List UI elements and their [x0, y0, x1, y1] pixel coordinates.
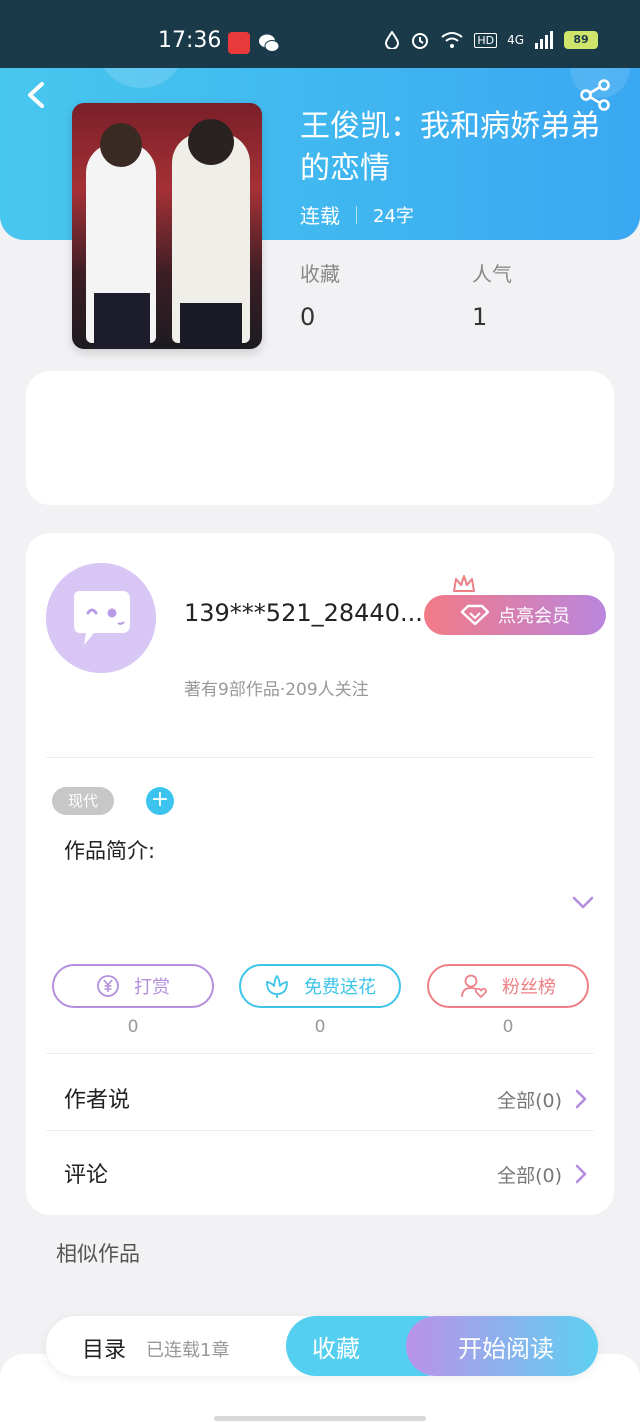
genre-tag[interactable]: 现代 [52, 787, 114, 815]
home-indicator[interactable] [214, 1416, 426, 1421]
comments-row[interactable]: 评论 全部(0) [26, 1143, 614, 1203]
row-label: 作者说 [64, 1088, 131, 1113]
status-icons: HD 4G 89 [384, 30, 598, 50]
stat-label: 人气 [472, 262, 512, 286]
network-label: 4G [507, 33, 524, 47]
bottom-action-bar: 目录 已连载1章 收藏 开始阅读 [46, 1316, 598, 1376]
battery-indicator: 89 [564, 31, 598, 49]
serial-status: 连载 [300, 204, 340, 228]
author-meta: 著有9部作品·209人关注 [184, 680, 369, 700]
start-reading-label: 开始阅读 [458, 1334, 554, 1363]
toc-button[interactable]: 目录 [82, 1332, 126, 1364]
vip-button-label: 点亮会员 [498, 606, 570, 627]
cover-figure [100, 123, 142, 167]
fan-ranking-label: 粉丝榜 [502, 977, 556, 998]
row-view-all[interactable]: 全部(0) [497, 1161, 562, 1188]
flower-count: 0 [314, 1017, 326, 1037]
wifi-icon [441, 32, 463, 48]
reward-button[interactable]: 打赏 [52, 964, 214, 1008]
author-notes-row[interactable]: 作者说 全部(0) [26, 1068, 614, 1128]
placeholder-card [26, 371, 614, 505]
avatar[interactable] [46, 563, 156, 673]
book-cover[interactable] [72, 103, 262, 349]
intro-label: 作品简介: [64, 839, 156, 863]
stat-popularity: 人气 1 [472, 258, 512, 331]
author-name[interactable]: 139***521_28440... [184, 599, 424, 627]
stat-favorites: 收藏 0 [300, 258, 340, 331]
add-tag-button[interactable]: + [146, 787, 174, 815]
water-drop-icon [385, 31, 400, 49]
stat-value: 0 [300, 303, 316, 331]
yen-coin-icon [97, 975, 119, 997]
chevron-right-icon[interactable] [574, 1163, 588, 1185]
flower-icon [266, 975, 288, 998]
app-notification-icon [228, 32, 250, 54]
book-status-line: 连载 24字 [300, 200, 414, 229]
fan-ranking-count: 0 [502, 1017, 514, 1037]
alarm-icon [412, 33, 429, 49]
reward-label: 打赏 [134, 977, 170, 998]
row-view-all[interactable]: 全部(0) [497, 1086, 562, 1113]
cover-figure [180, 303, 242, 349]
send-flower-label: 免费送花 [304, 977, 376, 998]
row-label: 评论 [64, 1163, 109, 1188]
chevron-down-icon[interactable] [571, 895, 595, 911]
stat-label: 收藏 [300, 262, 340, 286]
cover-figure [188, 119, 234, 165]
header-decoration [96, 68, 186, 88]
start-reading-button[interactable]: 开始阅读 [406, 1316, 598, 1376]
favorite-label: 收藏 [312, 1334, 360, 1363]
hd-badge: HD [474, 32, 498, 48]
similar-works-heading: 相似作品 [56, 1242, 140, 1266]
chevron-left-icon[interactable] [22, 80, 52, 110]
divider [46, 1053, 594, 1054]
reward-count: 0 [127, 1017, 139, 1037]
crown-icon [453, 575, 475, 592]
activate-vip-button[interactable]: 点亮会员 [424, 595, 606, 635]
chapter-count: 已连载1章 [146, 1340, 230, 1361]
diamond-icon [460, 604, 490, 626]
fan-ranking-button[interactable]: 粉丝榜 [427, 964, 589, 1008]
status-bar: 17:36 HD 4G 89 [0, 0, 640, 68]
author-info-card: 139***521_28440... 点亮会员 著有9部作品·209人关注 现代… [26, 533, 614, 1215]
cover-figure [94, 293, 150, 349]
send-flower-button[interactable]: 免费送花 [239, 964, 401, 1008]
divider [356, 205, 357, 224]
status-time: 17:36 [158, 28, 222, 53]
divider [46, 757, 594, 758]
signal-icon [535, 31, 553, 49]
user-heart-icon [461, 974, 487, 999]
divider [46, 1130, 594, 1131]
word-count: 24字 [373, 205, 414, 227]
chevron-right-icon[interactable] [574, 1088, 588, 1110]
stat-value: 1 [472, 303, 488, 331]
book-title: 王俊凯：我和病娇弟弟的恋情 [300, 109, 600, 186]
wechat-icon [259, 34, 280, 52]
